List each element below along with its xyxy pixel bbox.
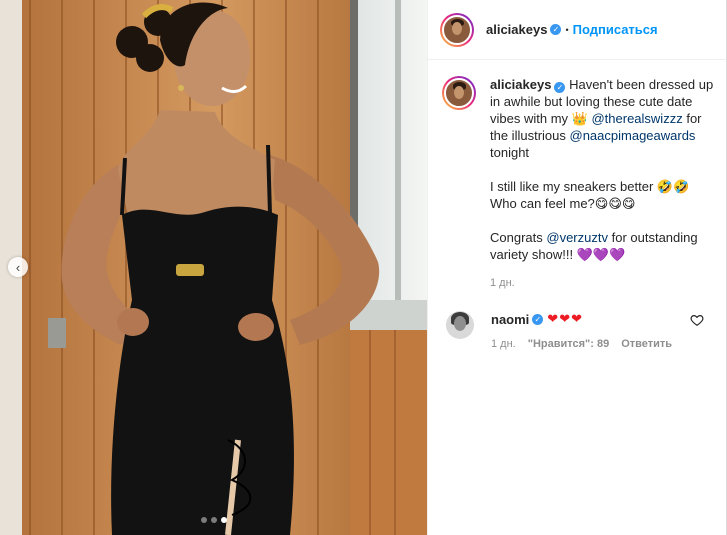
- instagram-post: ‹ aliciakeys ✓ • Подписаться aliciakeys …: [0, 0, 727, 535]
- carousel-prev-button[interactable]: ‹: [8, 257, 28, 277]
- caption-end: tonight: [490, 145, 530, 160]
- comment-time[interactable]: 1 дн.: [491, 338, 516, 350]
- post-caption: aliciakeys ✓ Haven't been dressed up in a…: [442, 76, 714, 263]
- follow-button[interactable]: Подписаться: [573, 22, 658, 37]
- verified-badge-icon: ✓: [550, 24, 562, 35]
- comment-text: ❤❤❤: [547, 311, 583, 326]
- purple-heart-emoji: 💜💜💜: [576, 247, 626, 262]
- caption-line: I still like my sneakers better: [490, 179, 654, 194]
- author-username[interactable]: aliciakeys: [486, 22, 547, 37]
- post-side-panel: aliciakeys ✓ • Подписаться aliciakeys ✓ H…: [427, 0, 726, 535]
- comments-section: aliciakeys ✓ Haven't been dressed up in a…: [428, 60, 726, 350]
- post-photo: [0, 0, 427, 535]
- laugh-emoji: 🤣🤣: [656, 179, 690, 194]
- caption-author-avatar[interactable]: [442, 76, 476, 110]
- comment-likes[interactable]: "Нравится": 89: [528, 338, 609, 350]
- mention-link[interactable]: @naacpimageawards: [570, 128, 696, 143]
- author-avatar[interactable]: [440, 12, 474, 47]
- mention-link[interactable]: @therealswizzz: [591, 111, 682, 126]
- caption-line: Who can feel me?: [490, 196, 595, 211]
- commenter-username[interactable]: naomi: [491, 312, 529, 327]
- mention-link[interactable]: @verzuztv: [546, 230, 608, 245]
- carousel-dot-active: [220, 517, 227, 523]
- caption-line: Congrats: [490, 230, 543, 245]
- reply-button[interactable]: Ответить: [621, 338, 672, 350]
- post-time[interactable]: 1 дн.: [490, 277, 714, 289]
- caption-text: aliciakeys ✓ Haven't been dressed up in a…: [490, 76, 714, 263]
- post-header: aliciakeys ✓ • Подписаться: [428, 0, 726, 60]
- carousel-dots: [0, 517, 427, 523]
- crown-emoji: 👑: [571, 111, 588, 126]
- heart-outline-icon[interactable]: [690, 313, 704, 327]
- caption-username[interactable]: aliciakeys: [490, 77, 551, 92]
- caption-paragraph: I still like my sneakers better 🤣🤣 Who c…: [490, 178, 714, 212]
- commenter-avatar[interactable]: [446, 311, 474, 339]
- chevron-left-icon: ‹: [15, 259, 21, 275]
- yum-emoji: 😋😋😋: [594, 196, 636, 211]
- carousel-dot: [210, 517, 217, 523]
- separator-dot: •: [565, 24, 569, 35]
- comment-item: naomi ✓ ❤❤❤ 1 дн. "Нравится": 89 Ответит…: [442, 311, 714, 350]
- post-image[interactable]: ‹: [0, 0, 427, 535]
- comment-meta: 1 дн. "Нравится": 89 Ответить: [491, 338, 672, 350]
- verified-badge-icon: ✓: [532, 313, 544, 325]
- caption-paragraph: Congrats @verzuztv for outstanding varie…: [490, 229, 714, 263]
- carousel-dot: [200, 517, 207, 523]
- verified-badge-icon: ✓: [554, 82, 566, 93]
